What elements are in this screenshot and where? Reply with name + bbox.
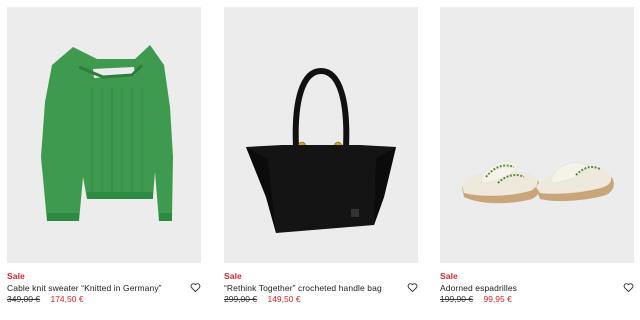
- old-price: 349,00 €: [7, 294, 41, 304]
- heart-icon[interactable]: [623, 282, 634, 293]
- old-price: 299,00 €: [224, 294, 258, 304]
- product-image-sweater[interactable]: [7, 7, 201, 263]
- price-row: 199,90 € 99,95 €: [440, 294, 512, 304]
- product-title[interactable]: Cable knit sweater “Knitted in Germany”: [7, 283, 187, 293]
- sale-price: 99,95 €: [483, 294, 512, 304]
- product-image-handbag[interactable]: [224, 7, 418, 263]
- old-price: 199,90 €: [440, 294, 474, 304]
- heart-icon[interactable]: [190, 282, 201, 293]
- sale-price: 149,50 €: [267, 294, 301, 304]
- price-row: 349,00 € 174,50 €: [7, 294, 84, 304]
- sale-badge: Sale: [7, 271, 25, 281]
- sale-price: 174,50 €: [50, 294, 84, 304]
- product-card[interactable]: Sale Adorned espadrilles 199,90 € 99,95 …: [440, 7, 634, 304]
- sale-badge: Sale: [440, 271, 458, 281]
- product-title[interactable]: Adorned espadrilles: [440, 283, 620, 293]
- product-image-espadrilles[interactable]: [440, 7, 634, 263]
- product-card[interactable]: Sale Cable knit sweater “Knitted in Germ…: [7, 7, 201, 304]
- product-title[interactable]: “Rethink Together” crocheted handle bag: [224, 283, 404, 293]
- product-card[interactable]: Sale “Rethink Together” crocheted handle…: [224, 7, 418, 304]
- sale-badge: Sale: [224, 271, 242, 281]
- price-row: 299,00 € 149,50 €: [224, 294, 301, 304]
- heart-icon[interactable]: [407, 282, 418, 293]
